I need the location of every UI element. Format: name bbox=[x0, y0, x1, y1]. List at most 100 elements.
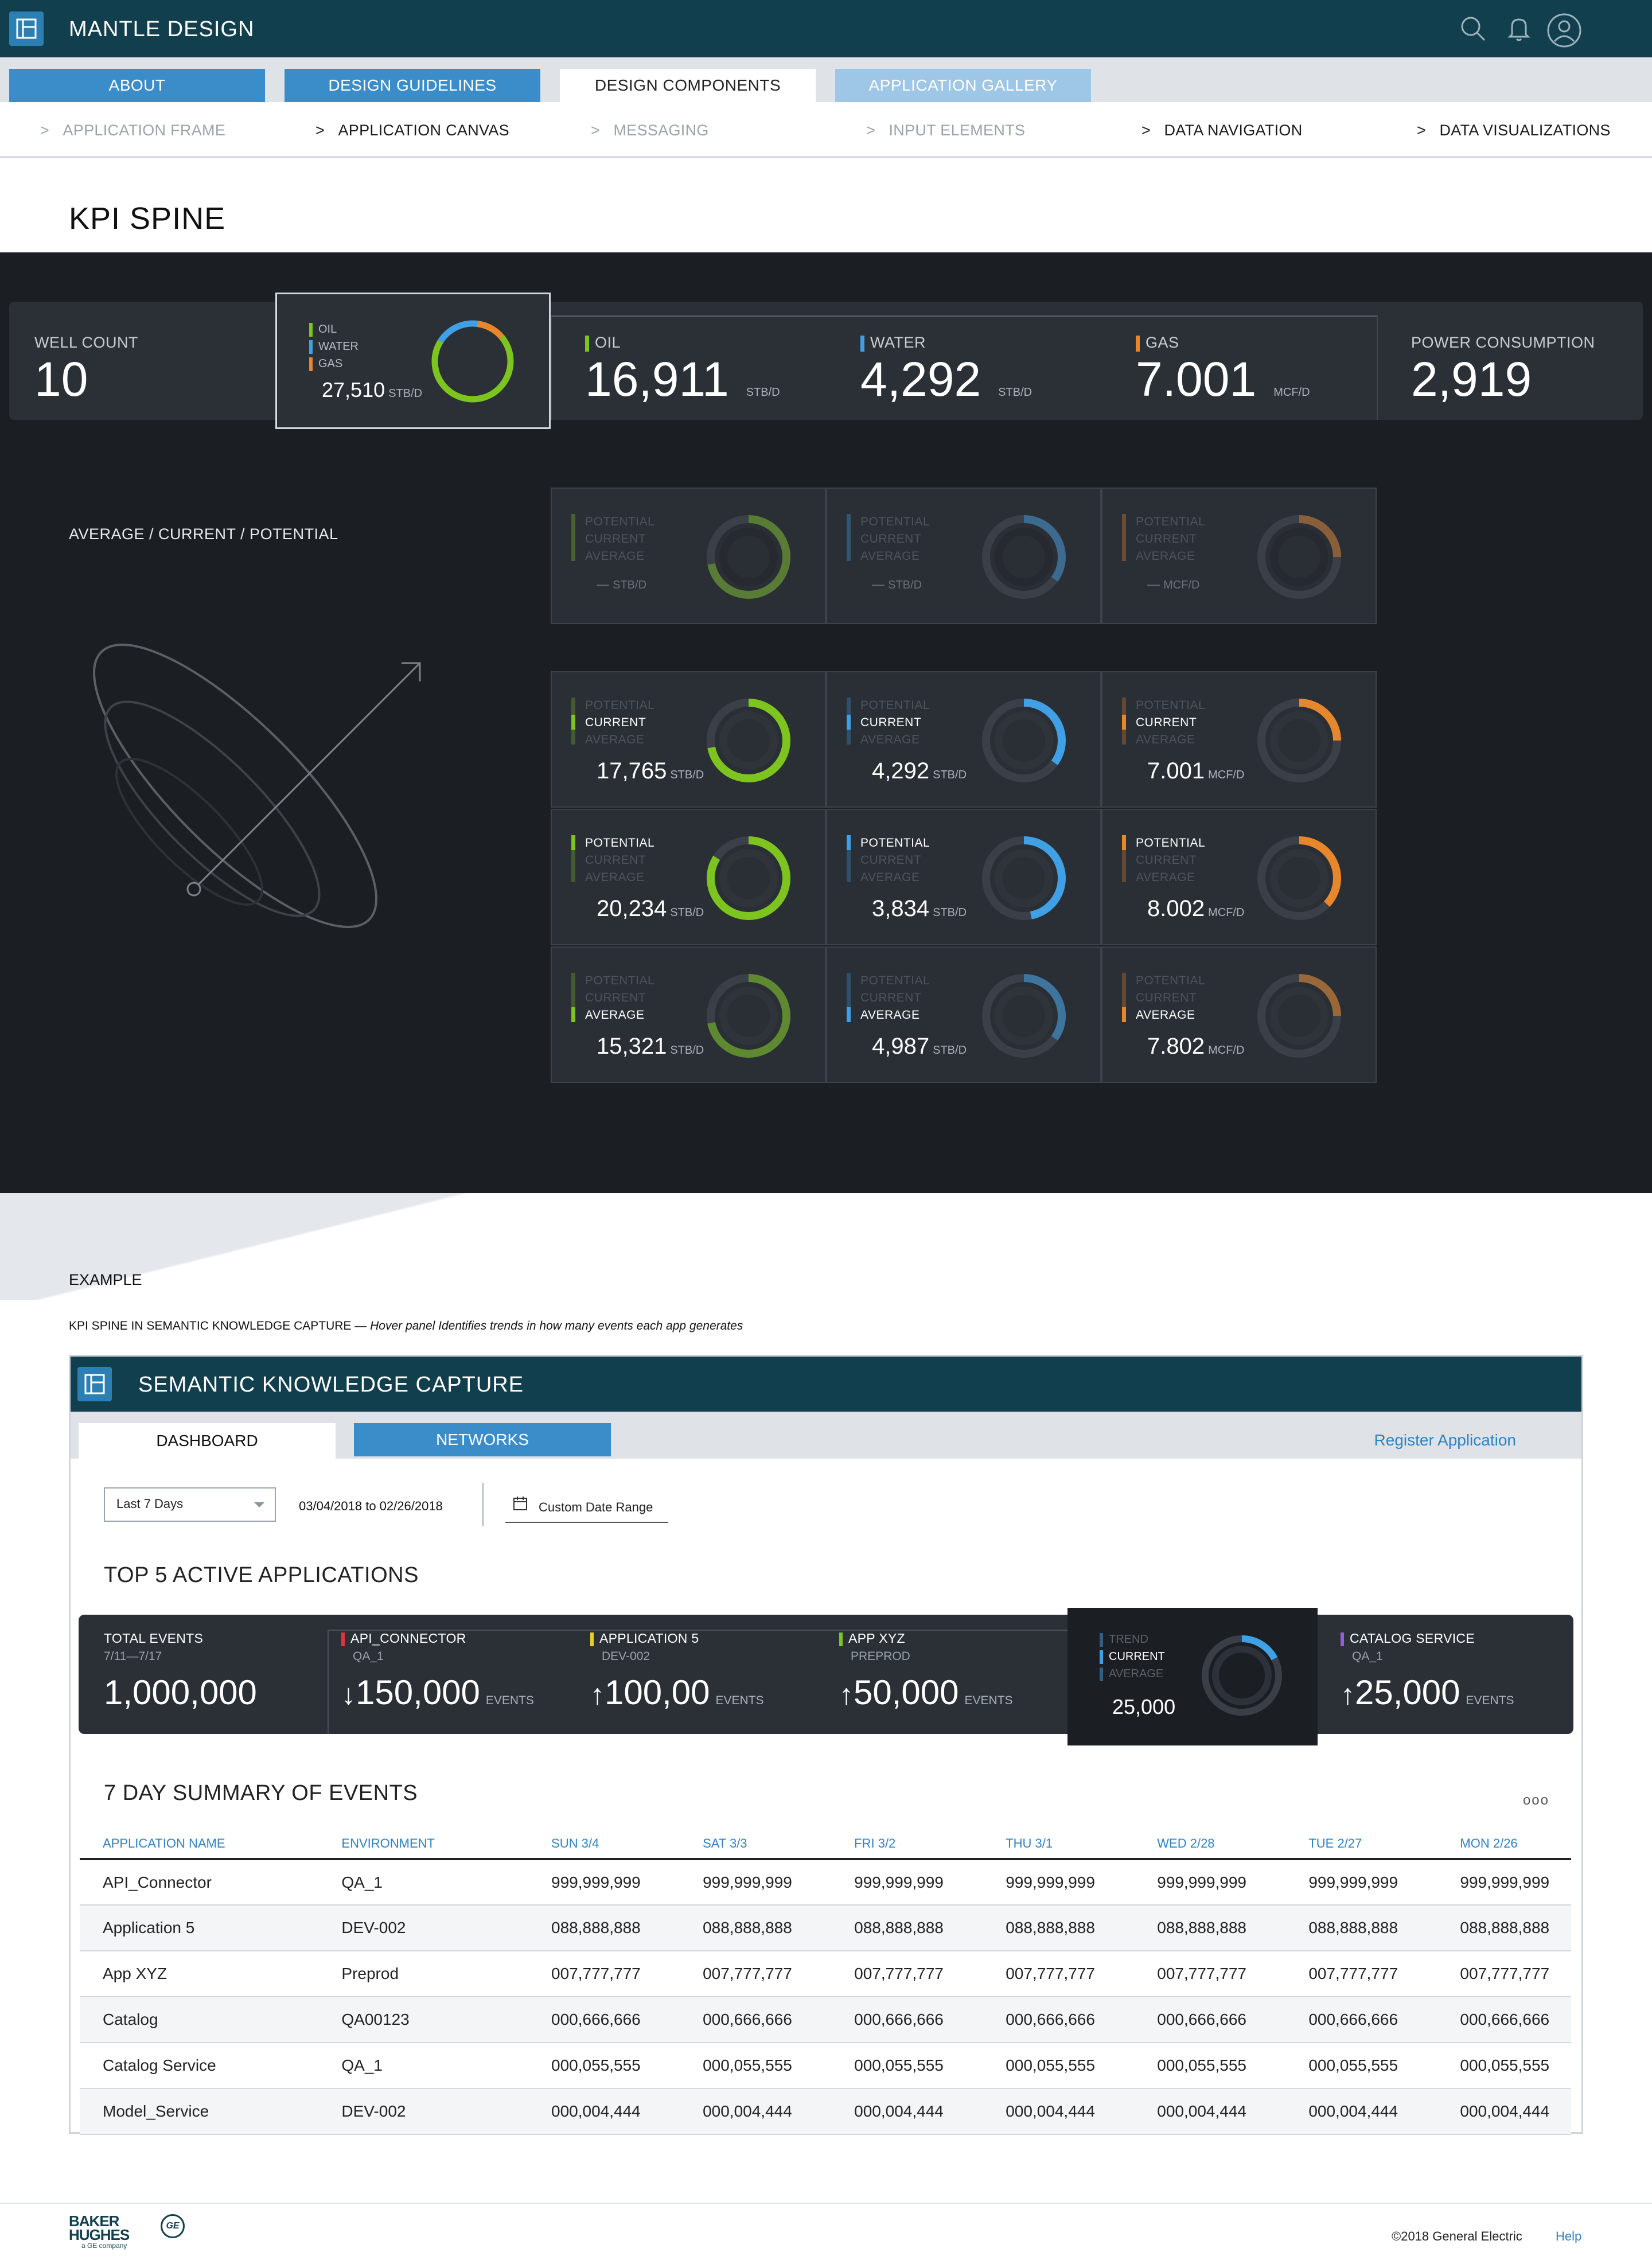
tile-label-potential: POTENTIAL bbox=[585, 836, 655, 850]
tile-label-potential: POTENTIAL bbox=[860, 699, 930, 712]
kpi-spine: WELL COUNT 10 OIL WATER GAS 27,510 STB/D … bbox=[9, 293, 1643, 429]
power-label: POWER CONSUMPTION bbox=[1411, 334, 1595, 351]
app-logo-icon[interactable] bbox=[9, 11, 44, 46]
tile-value: 3,834 STB/D bbox=[872, 896, 967, 921]
water-kpi[interactable]: WATER 4,292 STB/D bbox=[860, 334, 1032, 407]
hover-trend-panel[interactable]: TREND CURRENT AVERAGE 25,000 bbox=[1067, 1608, 1318, 1745]
column-header[interactable]: THU 3/1 bbox=[983, 1827, 1135, 1860]
app-kpi-card[interactable]: API_CONNECTOR QA_1 ↓150,000 EVENTS bbox=[341, 1631, 534, 1712]
app-kpi-card[interactable]: APPLICATION 5 DEV-002 ↑100,00 EVENTS bbox=[590, 1631, 764, 1712]
app-color-swatch bbox=[341, 1632, 345, 1646]
tile-label-current: CURRENT bbox=[1136, 532, 1197, 545]
more-options-icon[interactable]: ooo bbox=[1523, 1793, 1549, 1809]
tab-design-components[interactable]: DESIGN COMPONENTS bbox=[560, 69, 816, 102]
subnav-messaging[interactable]: > MESSAGING bbox=[591, 122, 709, 139]
subnav-application-frame[interactable]: > APPLICATION FRAME bbox=[40, 122, 225, 139]
table-row[interactable]: App XYZ Preprod 007,777,777 007,777,777 007,… bbox=[80, 1951, 1571, 1997]
bell-icon[interactable] bbox=[1503, 13, 1535, 48]
table-cell: 088,888,888 bbox=[680, 1905, 832, 1951]
selected-production-kpi[interactable]: OIL WATER GAS 27,510 STB/D bbox=[275, 293, 551, 429]
acp-label: AVERAGE / CURRENT / POTENTIAL bbox=[69, 525, 338, 543]
subnav-label: APPLICATION FRAME bbox=[63, 122, 226, 139]
app-kpi-card[interactable]: CATALOG SERVICE QA_1 ↑25,000 EVENTS bbox=[1341, 1631, 1514, 1712]
subnav-application-canvas[interactable]: > APPLICATION CANVAS bbox=[315, 122, 509, 139]
table-row[interactable]: API_Connector QA_1 999,999,999 999,999,999 9… bbox=[80, 1859, 1571, 1906]
example-app-tabs: DASHBOARD NETWORKS Register Application bbox=[71, 1412, 1581, 1459]
calendar-icon bbox=[513, 1497, 527, 1510]
kpi-tile-average[interactable]: POTENTIAL CURRENT AVERAGE 4,987 STB/D bbox=[826, 946, 1101, 1083]
oil-swatch bbox=[309, 322, 313, 337]
table-cell: 000,055,555 bbox=[528, 2043, 680, 2089]
hover-current: CURRENT bbox=[1100, 1648, 1165, 1665]
empty-kpi-tile[interactable]: POTENTIAL CURRENT AVERAGE — MCF/D bbox=[1101, 488, 1377, 624]
column-header[interactable]: TUE 2/27 bbox=[1285, 1827, 1437, 1860]
column-header[interactable]: MON 2/26 bbox=[1437, 1827, 1571, 1860]
subnav-input-elements[interactable]: > INPUT ELEMENTS bbox=[866, 122, 1025, 139]
table-row[interactable]: Catalog QA00123 000,666,666 000,666,666 000,… bbox=[80, 1997, 1571, 2043]
total-events-kpi[interactable]: TOTAL EVENTS 7/11—7/17 1,000,000 bbox=[104, 1631, 257, 1712]
tile-empty-value: — STB/D bbox=[872, 577, 922, 591]
tab-dashboard[interactable]: DASHBOARD bbox=[79, 1423, 336, 1459]
tile-donut bbox=[1257, 836, 1341, 920]
kpi-tile-average[interactable]: POTENTIAL CURRENT AVERAGE 15,321 STB/D bbox=[551, 946, 826, 1083]
table-row[interactable]: Catalog Service QA_1 000,055,555 000,055,55… bbox=[80, 2043, 1571, 2089]
column-header[interactable]: FRI 3/2 bbox=[831, 1827, 983, 1860]
tile-indicator bbox=[571, 835, 575, 850]
table-row[interactable]: Application 5 DEV-002 088,888,888 088,888,8… bbox=[80, 1905, 1571, 1951]
gas-kpi[interactable]: GAS 7.001 MCF/D bbox=[1136, 334, 1310, 407]
table-row[interactable]: Model_Service DEV-002 000,004,444 000,004,4… bbox=[80, 2088, 1571, 2135]
well-count-kpi[interactable]: WELL COUNT 10 bbox=[34, 334, 138, 407]
kpi-tile-current[interactable]: POTENTIAL CURRENT AVERAGE 17,765 STB/D bbox=[551, 671, 826, 808]
kpi-tile-average[interactable]: POTENTIAL CURRENT AVERAGE 7.802 MCF/D bbox=[1101, 946, 1377, 1083]
column-header[interactable]: WED 2/28 bbox=[1134, 1827, 1286, 1860]
search-icon[interactable] bbox=[1457, 13, 1489, 48]
oil-indicator bbox=[585, 335, 589, 352]
gas-value: 7.001 bbox=[1136, 352, 1257, 406]
kpi-tile-potential[interactable]: POTENTIAL CURRENT AVERAGE 8.002 MCF/D bbox=[1101, 809, 1377, 945]
app-kpi-card[interactable]: APP XYZ PREPROD ↑50,000 EVENTS bbox=[839, 1631, 1013, 1712]
table-cell: 999,999,999 bbox=[1134, 1859, 1286, 1906]
tile-label-average: AVERAGE bbox=[585, 871, 645, 884]
tab-about[interactable]: ABOUT bbox=[9, 69, 265, 102]
tile-label-current: CURRENT bbox=[585, 854, 646, 867]
kpi-tile-current[interactable]: POTENTIAL CURRENT AVERAGE 7.001 MCF/D bbox=[1101, 671, 1377, 808]
app-kpi-value: ↑50,000 EVENTS bbox=[839, 1673, 1013, 1712]
tile-label-current: CURRENT bbox=[1136, 854, 1197, 867]
column-header[interactable]: ENVIRONMENT bbox=[318, 1827, 529, 1860]
date-range-text: 03/04/2018 to 02/26/2018 bbox=[299, 1499, 443, 1513]
date-range-select[interactable]: Last 7 Days bbox=[104, 1487, 276, 1522]
kpi-tile-current[interactable]: POTENTIAL CURRENT AVERAGE 4,292 STB/D bbox=[826, 671, 1101, 808]
column-header[interactable]: SAT 3/3 bbox=[680, 1827, 832, 1860]
column-header[interactable]: APPLICATION NAME bbox=[80, 1827, 319, 1860]
chevron-down-icon bbox=[254, 1502, 264, 1507]
hover-donut bbox=[1202, 1635, 1282, 1716]
column-header[interactable]: SUN 3/4 bbox=[528, 1827, 680, 1860]
table-cell: DEV-002 bbox=[318, 2088, 529, 2135]
table-cell: 000,004,444 bbox=[680, 2088, 832, 2135]
empty-kpi-tile[interactable]: POTENTIAL CURRENT AVERAGE — STB/D bbox=[551, 488, 826, 624]
register-application-link[interactable]: Register Application bbox=[1374, 1431, 1516, 1449]
custom-date-range-button[interactable]: Custom Date Range bbox=[505, 1490, 668, 1523]
tab-networks[interactable]: NETWORKS bbox=[354, 1423, 611, 1456]
power-consumption-kpi[interactable]: POWER CONSUMPTION 2,919 bbox=[1411, 334, 1595, 407]
user-avatar-icon[interactable] bbox=[1546, 13, 1582, 51]
help-link[interactable]: Help bbox=[1556, 2229, 1581, 2244]
tile-label-current: CURRENT bbox=[860, 716, 922, 729]
tile-donut bbox=[982, 699, 1066, 782]
kpi-tile-potential[interactable]: POTENTIAL CURRENT AVERAGE 20,234 STB/D bbox=[551, 809, 826, 945]
tab-design-guidelines[interactable]: DESIGN GUIDELINES bbox=[285, 69, 540, 102]
table-cell: 000,666,666 bbox=[831, 1997, 983, 2043]
empty-kpi-tile[interactable]: POTENTIAL CURRENT AVERAGE — STB/D bbox=[826, 488, 1101, 624]
hover-average: AVERAGE bbox=[1100, 1665, 1165, 1682]
tile-indicator bbox=[1122, 835, 1126, 850]
tile-unit: STB/D bbox=[670, 769, 704, 781]
gas-swatch bbox=[309, 357, 313, 371]
app-color-swatch bbox=[590, 1632, 594, 1646]
table-cell: QA_1 bbox=[318, 1859, 529, 1906]
app-logo-icon[interactable] bbox=[77, 1367, 112, 1401]
kpi-tile-potential[interactable]: POTENTIAL CURRENT AVERAGE 3,834 STB/D bbox=[826, 809, 1101, 945]
oil-kpi[interactable]: OIL 16,911 STB/D bbox=[585, 334, 780, 407]
tab-application-gallery[interactable]: APPLICATION GALLERY bbox=[835, 69, 1091, 102]
subnav-data-navigation[interactable]: > DATA NAVIGATION bbox=[1141, 122, 1303, 139]
subnav-data-visualizations[interactable]: > DATA VISUALIZATIONS bbox=[1417, 122, 1611, 139]
